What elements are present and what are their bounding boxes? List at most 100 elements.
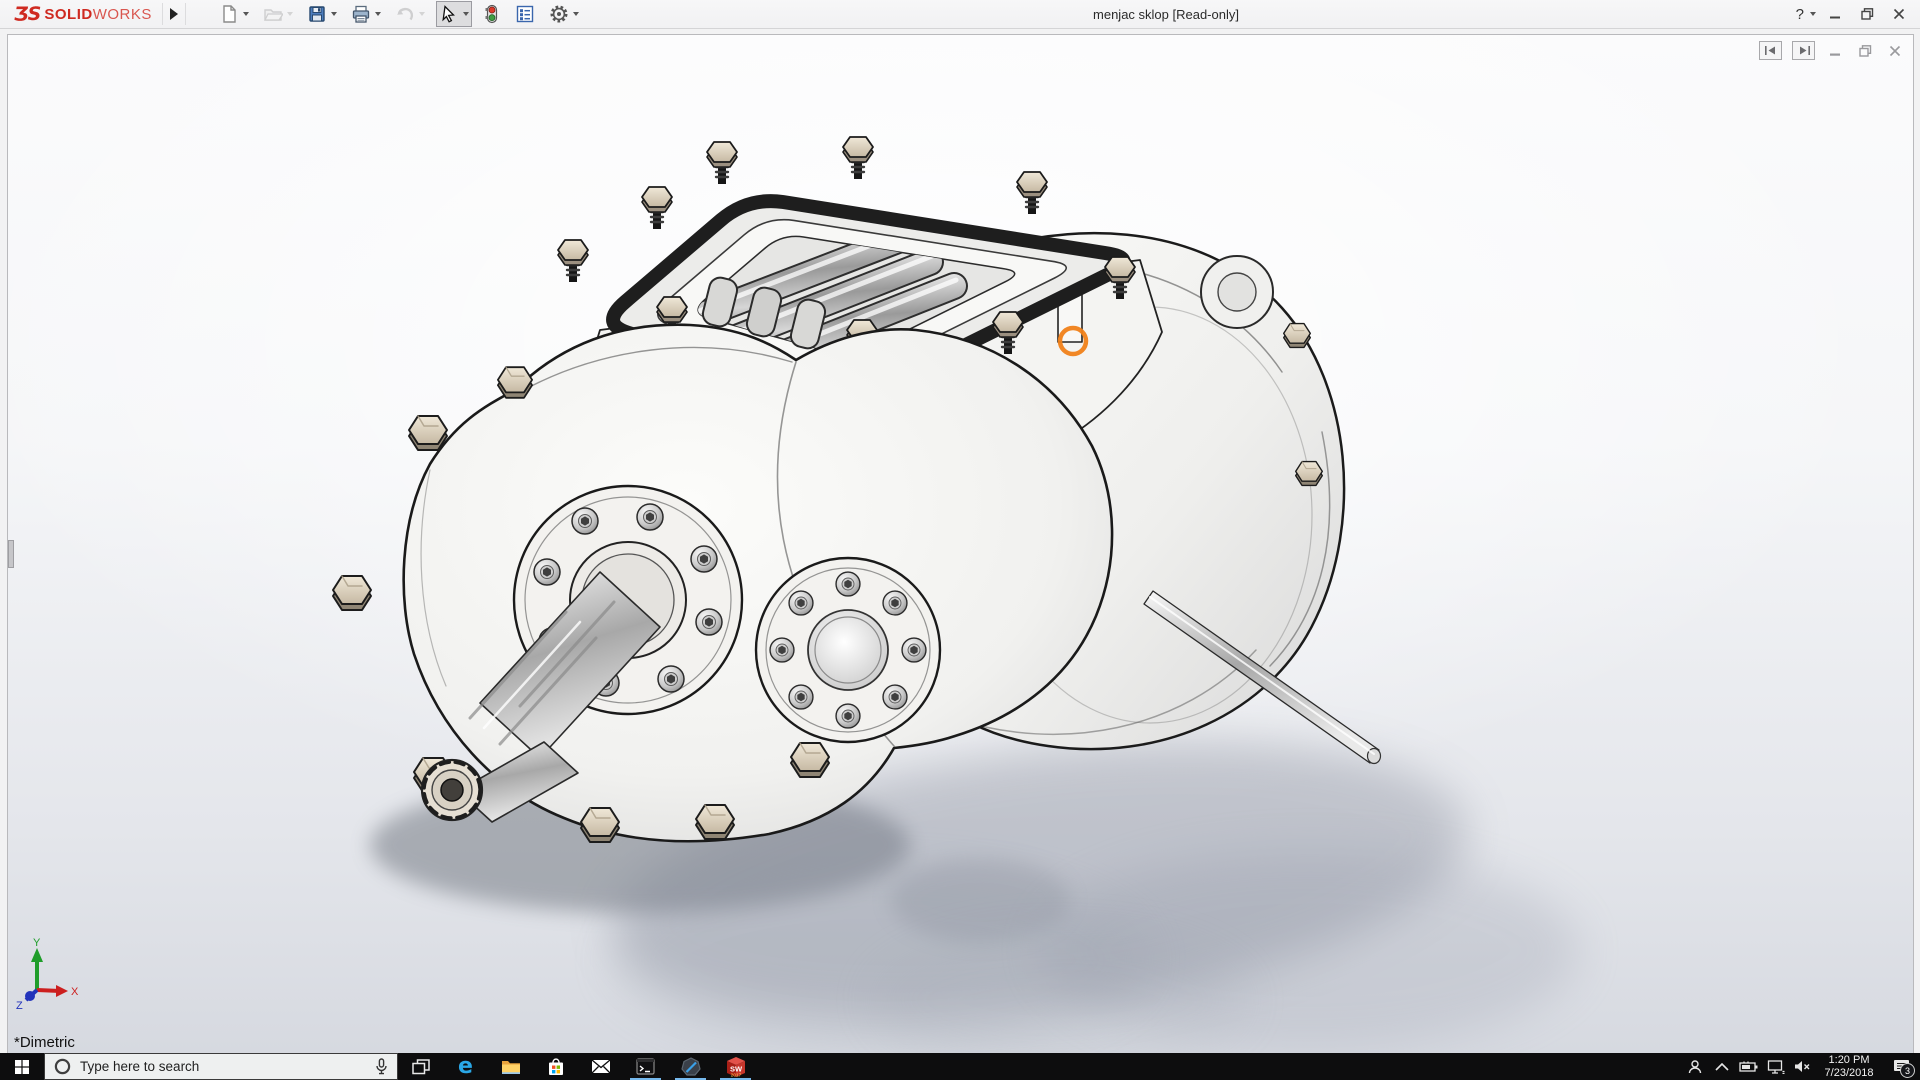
options-gear-icon: [549, 4, 569, 24]
microphone-icon[interactable]: [375, 1058, 388, 1075]
windows-logo-icon: [15, 1060, 29, 1074]
taskbar-store-button[interactable]: [533, 1053, 578, 1080]
solidworks-logo-mark: ƷS: [14, 3, 40, 25]
flyout-arrow-icon: [170, 8, 178, 20]
taskbar-command-prompt-button[interactable]: [623, 1053, 668, 1080]
clock-time: 1:20 PM: [1829, 1054, 1870, 1067]
select-cursor-icon: [439, 4, 459, 24]
system-tray: 1:20 PM 7/23/2018 3: [1681, 1053, 1920, 1080]
undo-button[interactable]: [392, 1, 428, 27]
taskbar-solidworks-button[interactable]: SW 2017: [713, 1053, 758, 1080]
action-center-button[interactable]: 3: [1882, 1053, 1920, 1080]
doc-restore-button[interactable]: [1855, 42, 1875, 59]
solidworks-logo-solid: SOLID: [44, 6, 92, 23]
new-dropdown-caret[interactable]: [243, 12, 249, 16]
restore-button[interactable]: [1854, 3, 1880, 25]
view-orientation-label: *Dimetric: [14, 1034, 75, 1051]
ethernet-network-icon: [1767, 1060, 1785, 1074]
save-button[interactable]: [304, 1, 340, 27]
solidworks-icon-year-label: 2017: [730, 1072, 741, 1078]
print-dropdown-caret[interactable]: [375, 12, 381, 16]
save-icon: [307, 4, 327, 24]
save-dropdown-caret[interactable]: [331, 12, 337, 16]
solidworks-logo: ƷS SOLIDWORKS: [0, 0, 162, 28]
volume-muted-icon: [1794, 1060, 1811, 1073]
network-status-button[interactable]: [1762, 1053, 1789, 1080]
print-icon: [351, 4, 371, 24]
open-button[interactable]: [260, 1, 296, 27]
doc-restore-icon: [1859, 45, 1872, 57]
undo-icon: [395, 4, 415, 24]
viewport-frame: Y X Z *Dimetric: [0, 28, 1920, 1053]
doc-close-icon: [1889, 45, 1901, 57]
microsoft-store-icon: [547, 1058, 565, 1076]
file-properties-icon: [515, 4, 535, 24]
print-button[interactable]: [348, 1, 384, 27]
close-button[interactable]: [1886, 3, 1912, 25]
taskbar-clock[interactable]: 1:20 PM 7/23/2018: [1816, 1053, 1882, 1080]
open-dropdown-caret[interactable]: [287, 12, 293, 16]
start-button[interactable]: [0, 1053, 44, 1080]
arrow-right-box-icon: [1797, 45, 1811, 56]
help-button[interactable]: ?: [1794, 3, 1816, 25]
solidworks-logo-works: WORKS: [93, 6, 152, 23]
close-icon: [1893, 8, 1905, 20]
notification-badge: 3: [1900, 1063, 1915, 1078]
open-folder-icon: [263, 4, 283, 24]
taskbar-mail-button[interactable]: [578, 1053, 623, 1080]
volume-button[interactable]: [1789, 1053, 1816, 1080]
doc-close-button[interactable]: [1885, 42, 1905, 59]
chevron-up-icon: [1715, 1063, 1729, 1071]
battery-status-button[interactable]: [1735, 1053, 1762, 1080]
triad-x-label: X: [71, 986, 79, 998]
help-label: ?: [1794, 6, 1806, 23]
taskbar-edge-button[interactable]: e: [443, 1053, 488, 1080]
task-view-icon: [412, 1059, 430, 1075]
next-document-button[interactable]: [1792, 41, 1815, 60]
graphics-area[interactable]: Y X Z *Dimetric: [7, 34, 1914, 1053]
people-icon: [1687, 1059, 1703, 1075]
tray-overflow-button[interactable]: [1708, 1053, 1735, 1080]
clock-date: 7/23/2018: [1825, 1067, 1874, 1080]
doc-minimize-icon: [1829, 45, 1841, 57]
minimize-button[interactable]: [1822, 3, 1848, 25]
windows-taskbar: Type here to search e: [0, 1053, 1920, 1080]
command-prompt-icon: [636, 1058, 655, 1075]
title-bar: ƷS SOLIDWORKS: [0, 0, 1920, 29]
taskbar-hexagon-app-button[interactable]: [668, 1053, 713, 1080]
gearbox-model-view[interactable]: Y X Z *Dimetric: [8, 35, 1913, 1053]
rebuild-traffic-light-icon: [483, 4, 501, 24]
previous-document-button[interactable]: [1759, 41, 1782, 60]
new-document-button[interactable]: [216, 1, 252, 27]
people-button[interactable]: [1681, 1053, 1708, 1080]
battery-charging-icon: [1739, 1061, 1759, 1073]
cortana-icon: [54, 1058, 71, 1075]
taskbar-file-explorer-button[interactable]: [488, 1053, 533, 1080]
taskbar-search-input[interactable]: Type here to search: [44, 1053, 398, 1080]
file-properties-button[interactable]: [512, 1, 538, 27]
options-dropdown-caret[interactable]: [573, 12, 579, 16]
search-placeholder: Type here to search: [80, 1059, 366, 1074]
arrow-left-box-icon: [1764, 45, 1778, 56]
triad-y-label: Y: [33, 937, 41, 949]
help-dropdown-caret[interactable]: [1810, 12, 1816, 16]
window-title: menjac sklop [Read-only]: [1093, 7, 1239, 22]
minimize-icon: [1829, 8, 1841, 20]
view-triad: Y X Z: [16, 937, 79, 1012]
select-dropdown-caret[interactable]: [463, 12, 469, 16]
gearbox-model: [333, 137, 1381, 842]
triad-z-label: Z: [16, 1000, 23, 1012]
select-tool-button[interactable]: [436, 1, 472, 27]
rebuild-button[interactable]: [480, 1, 504, 27]
menu-flyout-button[interactable]: [162, 3, 186, 25]
solidworks-icon-sw-label: SW: [729, 1064, 742, 1073]
task-view-button[interactable]: [398, 1053, 443, 1080]
doc-minimize-button[interactable]: [1825, 42, 1845, 59]
right-bearing-cover: [756, 558, 940, 742]
window-controls: ?: [1794, 0, 1912, 28]
undo-dropdown-caret[interactable]: [419, 12, 425, 16]
mail-icon: [591, 1059, 611, 1074]
document-window-controls: [1759, 41, 1905, 60]
edge-icon: e: [458, 1057, 473, 1077]
options-button[interactable]: [546, 1, 582, 27]
